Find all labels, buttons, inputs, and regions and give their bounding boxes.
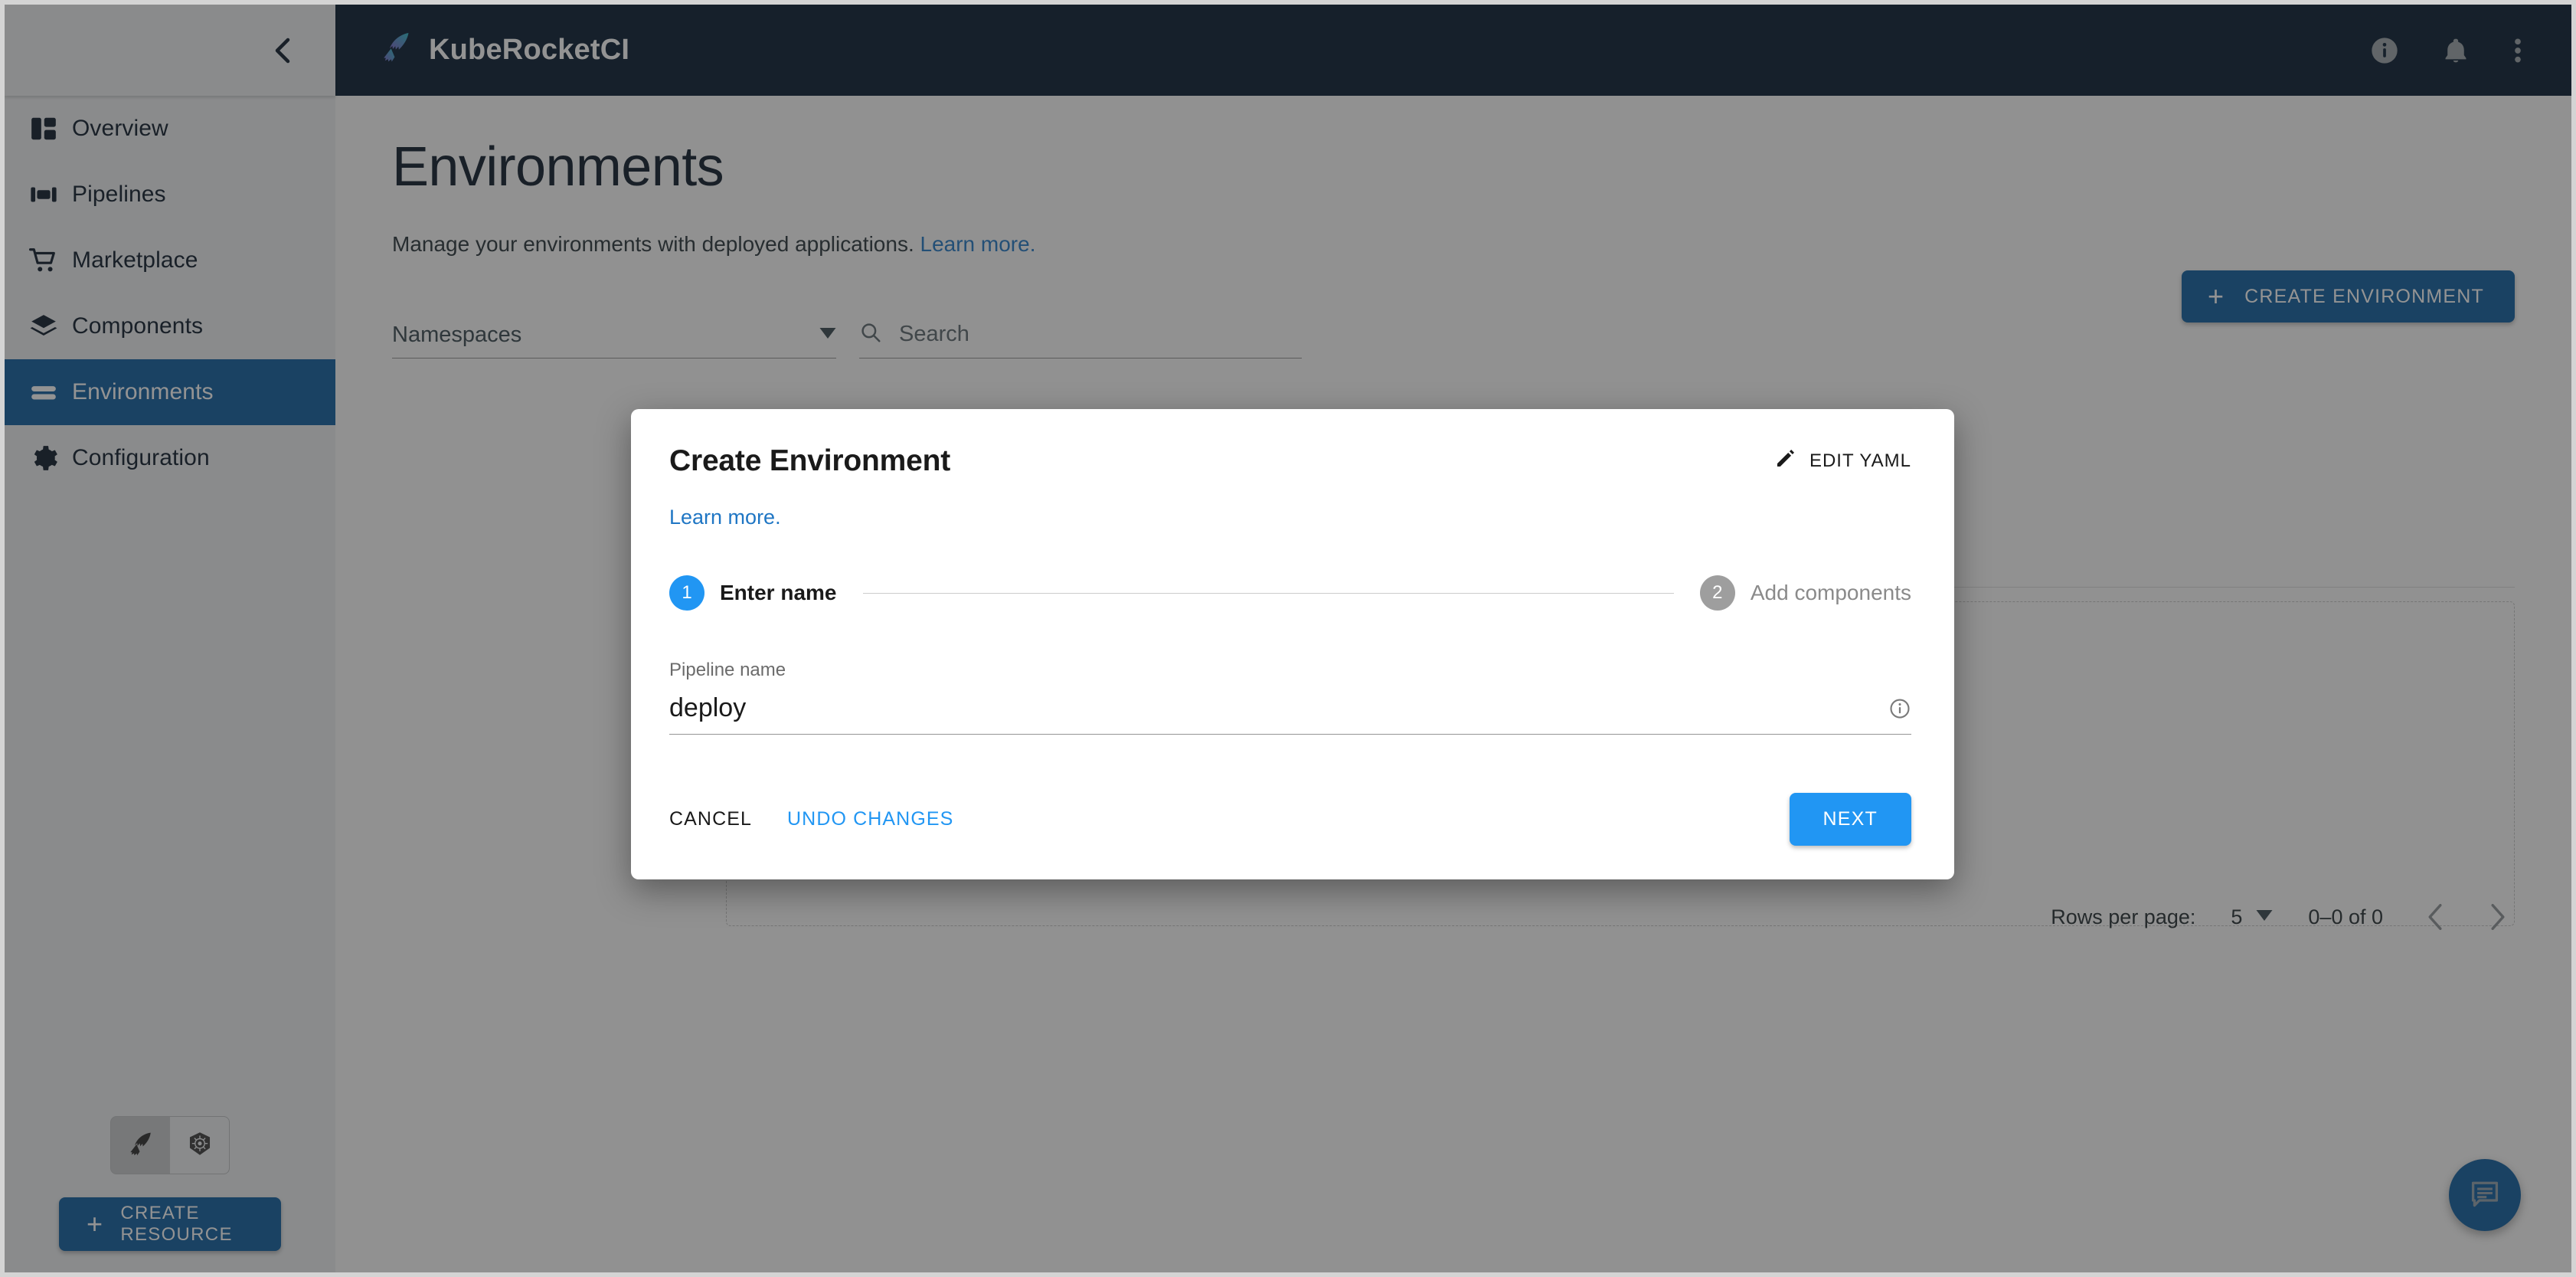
step-number: 2 — [1700, 575, 1735, 611]
edit-yaml-button[interactable]: EDIT YAML — [1774, 448, 1911, 475]
pipeline-name-field: Pipeline name deploy — [669, 660, 1911, 735]
pipeline-name-input[interactable]: deploy — [669, 693, 1911, 735]
step-enter-name[interactable]: 1 Enter name — [669, 575, 837, 611]
dialog-learn-more-link[interactable]: Learn more. — [669, 506, 1954, 529]
step-connector — [863, 593, 1674, 594]
cancel-button[interactable]: CANCEL — [669, 808, 752, 830]
next-button[interactable]: NEXT — [1790, 793, 1911, 846]
dialog-header: Create Environment EDIT YAML — [631, 409, 1954, 478]
info-outline-icon[interactable] — [1888, 697, 1911, 720]
pipeline-name-value: deploy — [669, 693, 746, 723]
dialog-title: Create Environment — [669, 444, 950, 478]
edit-yaml-label: EDIT YAML — [1809, 450, 1911, 472]
step-label: Add components — [1751, 581, 1911, 605]
create-environment-dialog: Create Environment EDIT YAML Learn more.… — [631, 409, 1954, 879]
step-number: 1 — [669, 575, 704, 611]
step-add-components[interactable]: 2 Add components — [1700, 575, 1911, 611]
pipeline-name-label: Pipeline name — [669, 660, 1911, 681]
application-window: Overview Pipelines Marketplace Component… — [0, 0, 2576, 1277]
undo-changes-button[interactable]: UNDO CHANGES — [787, 808, 953, 830]
dialog-footer: CANCEL UNDO CHANGES NEXT — [631, 793, 1954, 879]
pencil-icon — [1774, 448, 1796, 475]
dialog-stepper: 1 Enter name 2 Add components — [669, 575, 1911, 611]
step-label: Enter name — [720, 581, 837, 605]
